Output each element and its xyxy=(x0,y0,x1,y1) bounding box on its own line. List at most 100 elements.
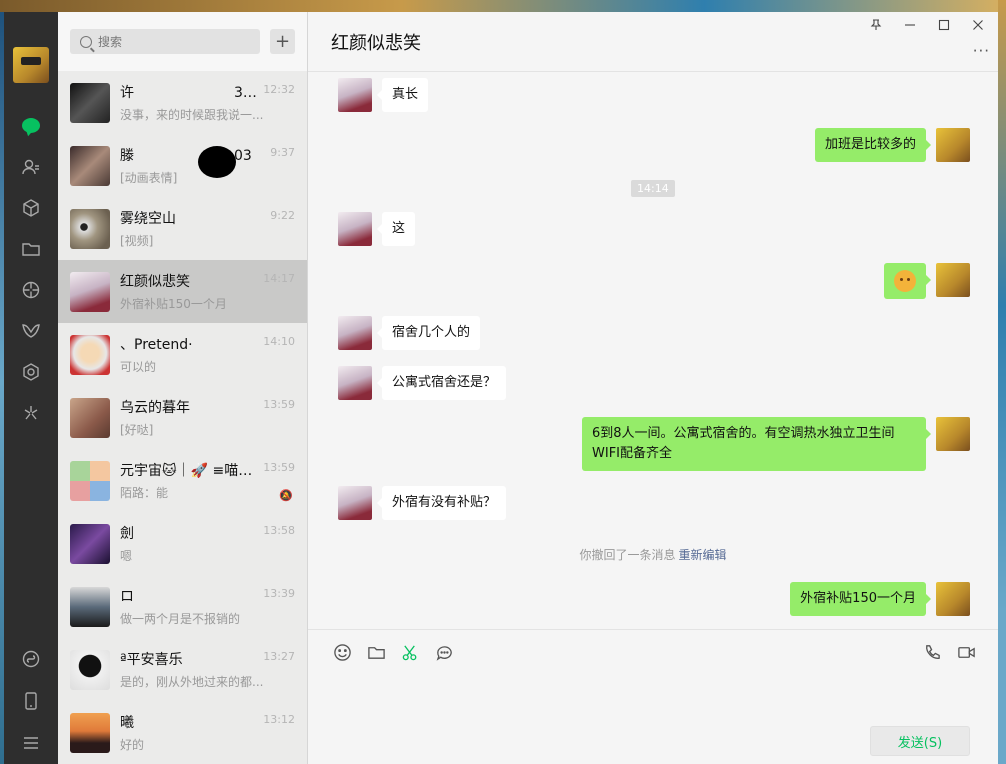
search-icon xyxy=(80,35,92,48)
message-row: 宿舍几个人的 xyxy=(338,316,481,350)
channels-icon[interactable] xyxy=(4,310,58,351)
conversation-item[interactable]: 曦 好的 13:12 xyxy=(58,701,307,764)
conversation-name: 许 xyxy=(120,84,134,101)
message-bubble[interactable]: 公寓式宿舍还是？ xyxy=(376,366,507,400)
composer-toolbar xyxy=(332,642,454,662)
conversation-list: + 许 342 没事，来的时候跟我说一... 12:32 滕 03 [动画表情] 9… xyxy=(58,12,308,764)
minimize-icon[interactable] xyxy=(898,16,922,34)
pin-icon[interactable] xyxy=(864,16,888,34)
self-avatar[interactable] xyxy=(936,417,970,451)
message-composer[interactable]: 发送(S) xyxy=(308,629,998,764)
nav-sidebar xyxy=(4,12,58,764)
emoji-message-bubble[interactable] xyxy=(884,263,931,299)
video-call-icon[interactable] xyxy=(956,642,976,662)
contact-avatar[interactable] xyxy=(338,212,372,246)
screenshot-scissors-icon[interactable] xyxy=(400,642,420,662)
self-avatar[interactable] xyxy=(936,263,970,297)
avatar xyxy=(70,334,110,375)
contacts-icon[interactable] xyxy=(4,146,58,187)
conversation-item[interactable]: 劍 嗯 13:58 xyxy=(58,512,307,576)
conversation-item[interactable]: 许 342 没事，来的时候跟我说一... 12:32 xyxy=(58,71,307,135)
files-icon[interactable] xyxy=(4,228,58,269)
conversation-preview: 做一两个月是不报销的 xyxy=(120,611,241,626)
message-row: 这 xyxy=(338,212,416,246)
re-edit-link[interactable]: 重新编辑 xyxy=(679,548,727,562)
group-avatar xyxy=(70,460,110,501)
search-box[interactable] xyxy=(70,29,260,55)
chat-history-icon[interactable] xyxy=(434,642,454,662)
message-bubble[interactable]: 真长 xyxy=(376,78,429,112)
avatar xyxy=(70,586,110,627)
favorites-icon[interactable] xyxy=(4,187,58,228)
self-avatar[interactable] xyxy=(936,582,970,616)
message-bubble[interactable]: 6到8人一间。公寓式宿舍的。有空调热水独立卫生间WIFI配备齐全 xyxy=(582,417,931,471)
conversation-preview: 好的 xyxy=(120,737,145,752)
conversation-name: 、Pretend· xyxy=(120,336,193,353)
search-scan-icon[interactable] xyxy=(4,351,58,392)
conversation-item[interactable]: ª平安喜乐 是的，刚从外地过来的都... 13:27 xyxy=(58,638,307,702)
recall-text: 你撤回了一条消息 xyxy=(579,548,676,562)
conversation-item[interactable]: 红颜似悲笑 外宿补贴150一个月 14:17 xyxy=(58,260,307,324)
conversation-item[interactable]: 、Pretend· 可以的 14:10 xyxy=(58,323,307,387)
my-avatar[interactable] xyxy=(13,47,49,83)
emoji-icon[interactable] xyxy=(332,642,352,662)
conversation-time: 13:27 xyxy=(263,650,295,664)
recall-notice: 你撤回了一条消息 重新编辑 xyxy=(308,546,998,563)
conversation-name: 元宇宙🐱｜🚀 ≡喵星 ... xyxy=(120,462,260,479)
conversation-item[interactable]: 乌云的暮年 [好哒] 13:59 xyxy=(58,386,307,450)
message-bubble[interactable]: 这 xyxy=(376,212,416,246)
conversation-preview: [动画表情] xyxy=(120,170,178,185)
mini-programs-icon[interactable] xyxy=(4,392,58,433)
desktop-background-top xyxy=(0,0,1006,12)
conversation-name: ロ xyxy=(120,588,134,605)
redaction-mark xyxy=(198,146,236,179)
avatar xyxy=(70,523,110,564)
contact-avatar[interactable] xyxy=(338,316,372,350)
contact-avatar[interactable] xyxy=(338,78,372,112)
send-button[interactable]: 发送(S) xyxy=(870,726,970,756)
conversation-preview: [视频] xyxy=(120,233,154,248)
message-bubble[interactable]: 外宿有没有补贴？ xyxy=(376,486,507,520)
conversation-preview: 是的，刚从外地过来的都... xyxy=(120,674,264,689)
avatar xyxy=(70,397,110,438)
contact-avatar[interactable] xyxy=(338,486,372,520)
conversation-item[interactable]: 滕 03 [动画表情] 9:37 xyxy=(58,134,307,198)
message-bubble[interactable]: 外宿补贴150一个月 xyxy=(790,582,931,616)
menu-icon[interactable] xyxy=(4,722,58,764)
avatar xyxy=(70,271,110,312)
contact-avatar[interactable] xyxy=(338,366,372,400)
conversation-item[interactable]: ロ 做一两个月是不报销的 13:39 xyxy=(58,575,307,639)
conversation-name: 红颜似悲笑 xyxy=(120,273,190,290)
close-icon[interactable] xyxy=(966,16,990,34)
more-options-icon[interactable]: ··· xyxy=(973,42,990,60)
search-input[interactable] xyxy=(98,34,248,49)
self-avatar[interactable] xyxy=(936,128,970,162)
chat-panel: 红颜似悲笑 ··· 真长 加班是比较多的 14:14 这 宿舍几个人的 公寓式宿… xyxy=(308,12,998,764)
message-bubble[interactable]: 加班是比较多的 xyxy=(814,128,932,162)
conversation-name: 滕 xyxy=(120,147,134,164)
conversation-item[interactable]: 雾绕空山 [视频] 9:22 xyxy=(58,197,307,261)
folder-icon[interactable] xyxy=(366,642,386,662)
conversation-preview: 陌路：能 xyxy=(120,485,169,500)
conversation-time: 13:59 xyxy=(263,398,295,412)
message-bubble[interactable]: 宿舍几个人的 xyxy=(376,316,481,350)
phone-icon[interactable] xyxy=(4,680,58,722)
call-toolbar xyxy=(922,642,976,662)
conversation-time: 12:32 xyxy=(263,83,295,97)
moments-icon[interactable] xyxy=(4,269,58,310)
mute-bell-icon: 🔕 xyxy=(279,489,293,503)
maximize-icon[interactable] xyxy=(932,16,956,34)
conversation-name: ª平安喜乐 xyxy=(120,651,183,668)
avatar xyxy=(70,649,110,690)
avatar xyxy=(70,208,110,249)
add-button[interactable]: + xyxy=(270,29,295,55)
message-timestamp: 14:14 xyxy=(631,180,675,197)
avatar xyxy=(70,145,110,186)
voice-call-icon[interactable] xyxy=(922,642,942,662)
conversation-time: 9:37 xyxy=(270,146,295,160)
conversation-item[interactable]: 元宇宙🐱｜🚀 ≡喵星 ... 陌路：能 13:59 🔕 xyxy=(58,449,307,513)
window-controls xyxy=(864,16,990,34)
chats-icon[interactable] xyxy=(4,105,58,146)
message-row: 外宿补贴150一个月 xyxy=(790,582,970,616)
miniprogram-panel-icon[interactable] xyxy=(4,638,58,680)
